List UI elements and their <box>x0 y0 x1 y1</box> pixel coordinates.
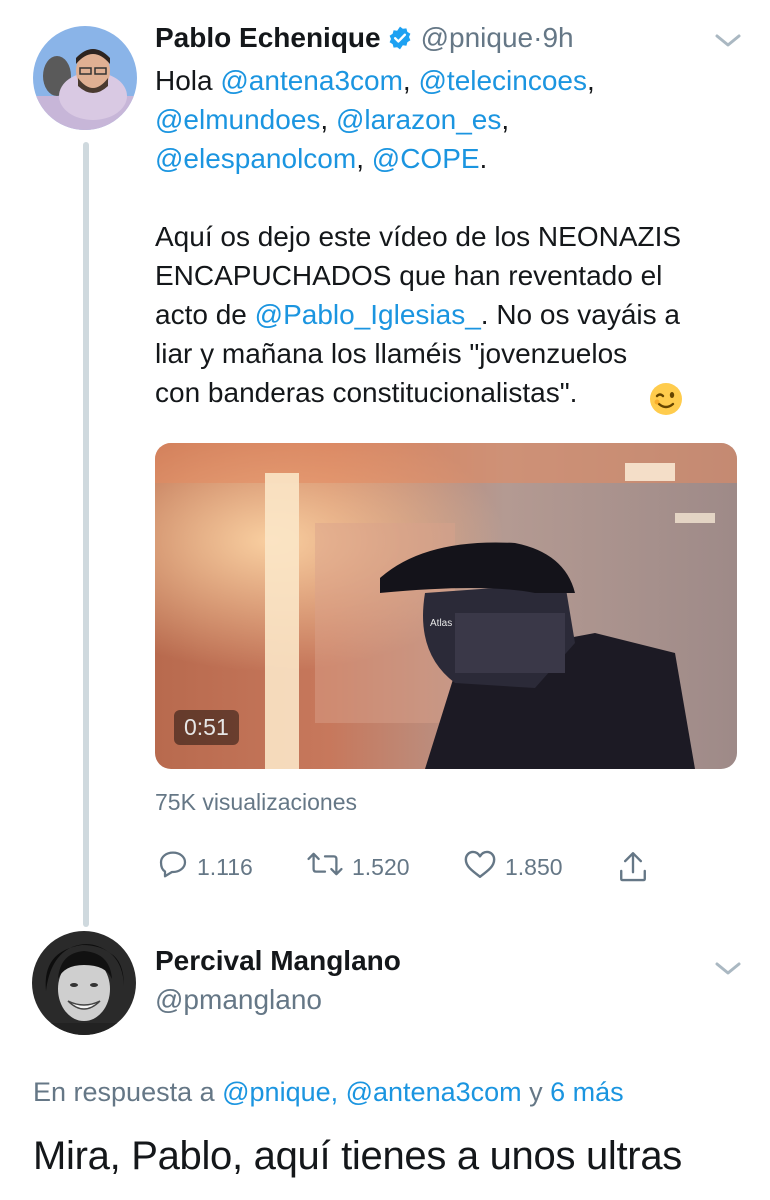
mention-link[interactable]: @telecincoes <box>418 65 587 96</box>
cap-brand-text: Atlas <box>430 618 452 629</box>
tweet-text-fragment: , <box>320 104 336 135</box>
like-button[interactable]: 1.850 <box>463 848 563 886</box>
tweet-text-line: ENCAPUCHADOS que han reventado el <box>155 256 681 295</box>
tweet-text-fragment: acto de <box>155 299 255 330</box>
reply-author-name[interactable]: Percival Manglano <box>155 945 401 977</box>
author-name[interactable]: Pablo Echenique <box>155 22 381 54</box>
tweet-text-fragment: con banderas constitucionalistas". <box>155 377 578 408</box>
tweet-time[interactable]: 9h <box>542 22 573 54</box>
tweet-text-fragment: , <box>587 65 595 96</box>
author-avatar-percival[interactable] <box>32 931 136 1035</box>
mention-link[interactable]: @COPE <box>372 143 480 174</box>
tweet-text-fragment: . No os vayáis a <box>480 299 680 330</box>
thread-connector-line <box>83 142 89 927</box>
tweet-text-fragment: Hola <box>155 65 221 96</box>
tweet-text-line: liar y mañana los llaméis "jovenzuelos <box>155 334 681 373</box>
tweet-text: Hola @antena3com, @telecincoes, @elmundoe… <box>155 61 681 412</box>
reply-text: Mira, Pablo, aquí tienes a unos ultras <box>33 1134 682 1178</box>
in-reply-more[interactable]: 6 más <box>550 1077 624 1107</box>
view-count: 75K visualizaciones <box>155 789 358 815</box>
in-reply-to: En respuesta a @pnique, @antena3com y 6 … <box>33 1077 624 1108</box>
share-icon[interactable] <box>617 850 649 889</box>
author-avatar-pablo[interactable] <box>33 26 137 130</box>
wink-emoji-icon <box>648 381 684 417</box>
in-reply-prefix: En respuesta a <box>33 1077 223 1107</box>
retweet-button[interactable]: 1.520 <box>306 848 410 886</box>
tweet-text-fragment: , <box>356 143 372 174</box>
mention-link[interactable]: @Pablo_Iglesias_ <box>255 299 481 330</box>
tweet-text-fragment: liar y mañana los llaméis "jovenzuelos <box>155 338 628 369</box>
reply-button[interactable]: 1.116 <box>157 848 253 886</box>
tweet-text-line: Aquí os dejo este vídeo de los NEONAZIS <box>155 217 681 256</box>
in-reply-mentions[interactable]: @pnique, @antena3com <box>222 1077 522 1107</box>
video-duration: 0:51 <box>174 710 239 745</box>
mention-link[interactable]: @antena3com <box>220 65 403 96</box>
reply-icon <box>157 848 189 886</box>
tweet-text-fragment: . <box>479 143 488 174</box>
like-count: 1.850 <box>505 853 563 880</box>
author-handle[interactable]: @pnique <box>421 22 534 54</box>
tweet-text-fragment: , <box>402 65 419 96</box>
chevron-down-icon[interactable] <box>713 958 743 983</box>
in-reply-join: y <box>521 1077 551 1107</box>
mention-link[interactable]: @elmundoes <box>155 104 320 135</box>
tweet-text-fragment: Aquí os dejo este vídeo de los NEONAZIS <box>155 221 682 252</box>
video-thumbnail[interactable]: Atlas <box>155 443 737 769</box>
reply-author-handle[interactable]: @pmanglano <box>155 984 322 1016</box>
mention-link[interactable]: @elespanolcom <box>155 143 356 174</box>
meta-separator: · <box>533 22 543 53</box>
tweet-header: Pablo Echenique @pnique · 9h <box>155 22 574 54</box>
retweet-count: 1.520 <box>352 853 410 880</box>
like-icon <box>463 848 497 886</box>
tweet-text-line <box>155 178 681 217</box>
tweet-text-line: Hola @antena3com, @telecincoes, <box>155 61 681 100</box>
tweet-text-fragment: ENCAPUCHADOS que han reventado el <box>155 260 663 291</box>
tweet-text-line: acto de @Pablo_Iglesias_. No os vayáis a <box>155 295 681 334</box>
reply-count: 1.116 <box>197 853 253 880</box>
tweet-text-fragment: , <box>501 104 510 135</box>
tweet-text-line: @elespanolcom, @COPE. <box>155 139 681 178</box>
chevron-down-icon[interactable] <box>713 30 743 55</box>
retweet-icon <box>306 848 344 886</box>
tweet-text-line: @elmundoes, @larazon_es, <box>155 100 681 139</box>
verified-badge-icon <box>387 25 413 51</box>
mention-link[interactable]: @larazon_es <box>336 104 501 135</box>
tweet-text-line: con banderas constitucionalistas". <box>155 373 681 412</box>
